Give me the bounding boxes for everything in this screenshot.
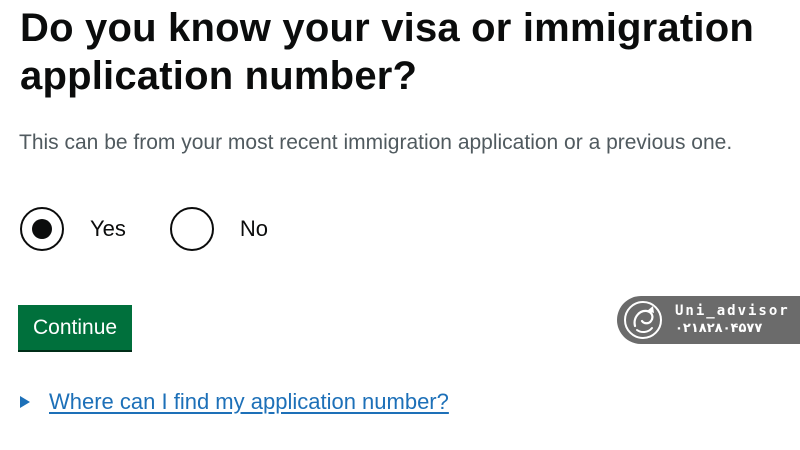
watermark-text: Uni_advisor ۰۲۱۸۲۸۰۴۵۷۷ [675,302,790,338]
radio-button-yes[interactable] [20,207,64,251]
disclosure-triangle-icon[interactable] [20,396,30,408]
radio-option-yes[interactable]: Yes [20,207,126,251]
uni-advisor-logo-icon [624,301,662,339]
watermark: Uni_advisor ۰۲۱۸۲۸۰۴۵۷۷ [617,296,800,344]
continue-button[interactable]: Continue [18,305,133,350]
radio-button-no[interactable] [169,207,214,251]
radio-option-no[interactable]: No [169,207,268,251]
radio-selected-dot [32,219,52,239]
details-summary[interactable]: Where can I find my application number? [20,389,449,415]
question-hint: This can be from your most recent immigr… [19,131,733,154]
watermark-name: Uni_advisor [675,303,790,319]
watermark-phone: ۰۲۱۸۲۸۰۴۵۷۷ [675,321,763,336]
radio-label-yes[interactable]: Yes [90,216,126,242]
page-title: Do you know your visa or immigration app… [20,6,754,98]
radio-label-no[interactable]: No [240,216,268,242]
radio-group: Yes No [20,203,268,255]
details-link[interactable]: Where can I find my application number? [49,389,449,415]
page: Do you know your visa or immigration app… [0,0,800,450]
